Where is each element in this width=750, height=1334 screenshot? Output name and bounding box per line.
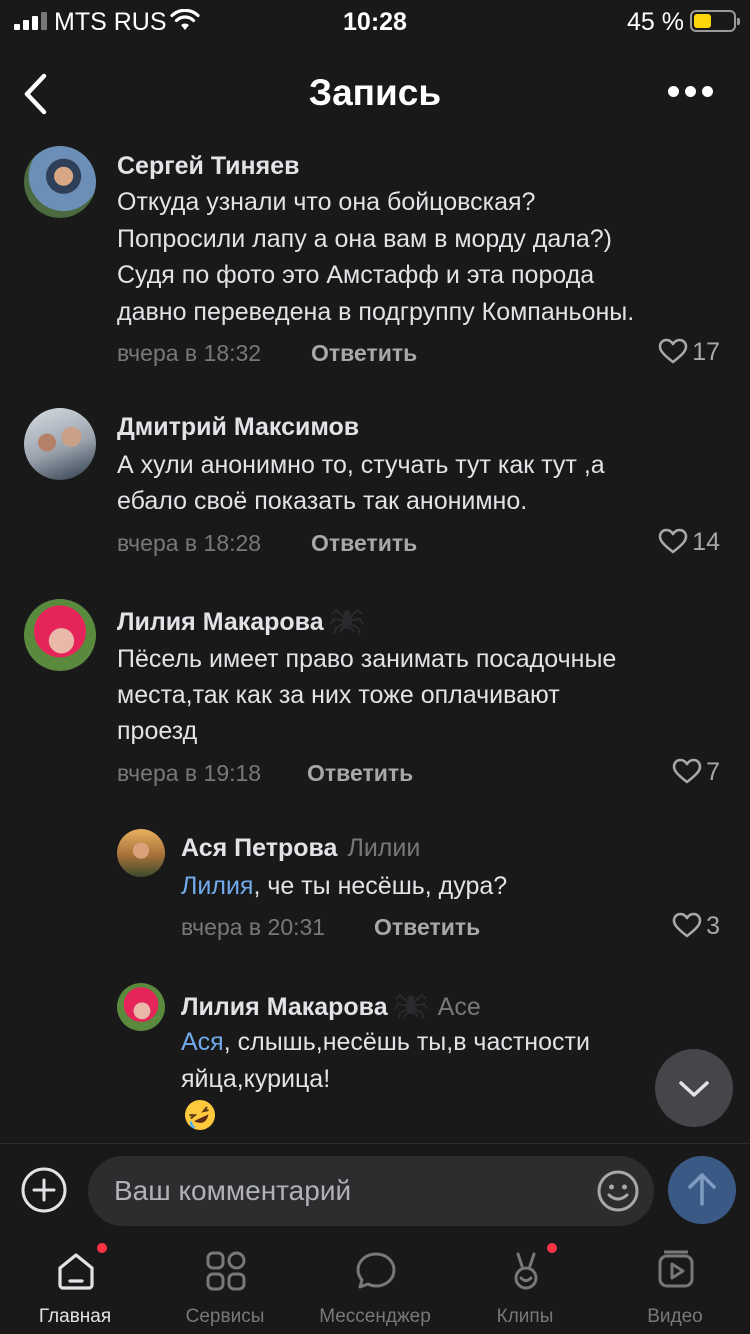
like-count: 7 (706, 758, 720, 786)
avatar[interactable] (24, 146, 96, 218)
like-button[interactable]: 17 (658, 338, 720, 367)
comment-text-line: Ася, слышь,несёшь ты,в частности (181, 1025, 590, 1060)
home-icon (58, 1253, 94, 1290)
tab-label: Мессенджер (319, 1306, 431, 1327)
tab-label: Главная (38, 1306, 112, 1327)
comment-text-line: места,так как за них тоже оплачивают (117, 681, 560, 709)
like-count: 17 (692, 338, 720, 366)
comment-text-line: яйца,курица! (181, 1065, 331, 1093)
comment-composer (0, 1143, 750, 1235)
services-icon (206, 1251, 246, 1291)
comment-time: вчера в 19:18 (117, 760, 262, 786)
author-name: Ася Петрова (181, 834, 338, 862)
comment-time: вчера в 18:32 (117, 340, 262, 366)
like-count: 3 (706, 912, 720, 940)
comment-author[interactable]: Ася Петрова Лилии (181, 834, 420, 863)
comment-author[interactable]: Лилия Макарова Асе (181, 989, 481, 1022)
battery-percent: 45 % (627, 8, 684, 36)
avatar[interactable] (24, 408, 96, 480)
reply-to-label: Лилии (347, 834, 421, 862)
comment-text-line: Попросили лапу а она вам в морду дала?) (117, 225, 612, 253)
comment-text-line: Судя по фото это Амстафф и эта порода (117, 261, 595, 289)
like-button[interactable]: 14 (658, 528, 720, 557)
comment-text-line: ебало своё показать так анонимно. (117, 487, 528, 515)
comment-author[interactable]: Лилия Макарова (117, 604, 364, 637)
tab-services[interactable]: Сервисы (150, 1236, 300, 1334)
reply-to-label: Асе (437, 993, 481, 1021)
tab-messenger[interactable]: Мессенджер (300, 1236, 450, 1334)
like-button[interactable]: 3 (672, 912, 720, 941)
reply-comment: Лилия Макарова Асе Ася, слышь,несёшь ты,в… (0, 975, 750, 1140)
avatar[interactable] (117, 829, 165, 877)
nav-header: Запись (0, 50, 750, 140)
battery-icon (690, 10, 740, 32)
comment-time: вчера в 18:28 (117, 530, 262, 556)
comment: Сергей Тиняев Откуда узнали что она бойц… (0, 140, 750, 380)
video-icon (658, 1250, 694, 1288)
spider-icon (393, 993, 428, 1020)
reply-button[interactable]: Ответить (307, 760, 413, 787)
tab-video[interactable]: Видео (600, 1236, 750, 1334)
comment: Лилия Макарова Пёсель имеет право занима… (0, 592, 750, 802)
comment-text: , слышь,несёшь ты,в частности (223, 1028, 590, 1056)
add-icon[interactable] (20, 1166, 68, 1214)
more-icon[interactable] (668, 84, 714, 100)
mention-link[interactable]: Лилия (181, 872, 253, 900)
tab-label: Сервисы (185, 1306, 265, 1327)
tab-label: Видео (647, 1306, 703, 1327)
comment-text-line: Лилия, че ты несёшь, дура? (181, 869, 507, 904)
laughing-emoji-icon (185, 1100, 215, 1130)
heart-icon (672, 912, 702, 938)
comment-author[interactable]: Дмитрий Максимов (117, 413, 359, 442)
comment-author[interactable]: Сергей Тиняев (117, 152, 300, 181)
page-title: Запись (308, 72, 442, 113)
comment-text: , че ты несёшь, дура? (253, 872, 508, 900)
comment-text-line: Пёсель имеет право занимать посадочные (117, 645, 617, 673)
tab-label: Клипы (496, 1306, 554, 1327)
tab-clips[interactable]: Клипы (450, 1236, 600, 1334)
comment: Дмитрий Максимов А хули анонимно то, сту… (0, 400, 750, 580)
comment-time: вчера в 20:31 (181, 914, 326, 940)
author-name: Лилия Макарова (117, 608, 324, 636)
mention-link[interactable]: Ася (181, 1028, 224, 1056)
messenger-icon (356, 1252, 396, 1289)
comment-text-line: А хули анонимно то, стучать тут как тут … (117, 451, 605, 479)
scroll-down-button[interactable] (655, 1049, 733, 1127)
smile-icon[interactable] (596, 1169, 640, 1213)
send-button[interactable] (668, 1156, 736, 1224)
avatar[interactable] (117, 983, 165, 1031)
heart-icon (658, 528, 688, 554)
reply-button[interactable]: Ответить (311, 340, 417, 367)
reply-button[interactable]: Ответить (311, 530, 417, 557)
status-bar: MTS RUS 10:28 45 % (0, 0, 750, 44)
author-name: Лилия Макарова (181, 993, 388, 1021)
avatar[interactable] (24, 599, 96, 671)
tab-home[interactable]: Главная (0, 1236, 150, 1334)
comment-text-line: Откуда узнали что она бойцовская? (117, 188, 536, 216)
reply-comment: Ася Петрова Лилии Лилия, че ты несёшь, ду… (0, 820, 750, 960)
reply-button[interactable]: Ответить (374, 914, 480, 941)
arrow-up-icon (688, 1173, 716, 1206)
notification-dot (547, 1243, 557, 1253)
like-count: 14 (692, 528, 720, 556)
comment-text-line: давно переведена в подгруппу Компаньоны. (117, 298, 635, 326)
chevron-down-icon (679, 1081, 709, 1097)
comment-input[interactable] (88, 1156, 654, 1226)
heart-icon (672, 758, 702, 784)
like-button[interactable]: 7 (672, 758, 720, 787)
spider-icon (329, 608, 364, 635)
heart-icon (658, 338, 688, 364)
comment-text-line: проезд (117, 717, 198, 745)
clips-icon (514, 1252, 538, 1290)
notification-dot (97, 1243, 107, 1253)
tab-bar: Главная Сервисы Мессенджер Клипы Видео (0, 1236, 750, 1334)
